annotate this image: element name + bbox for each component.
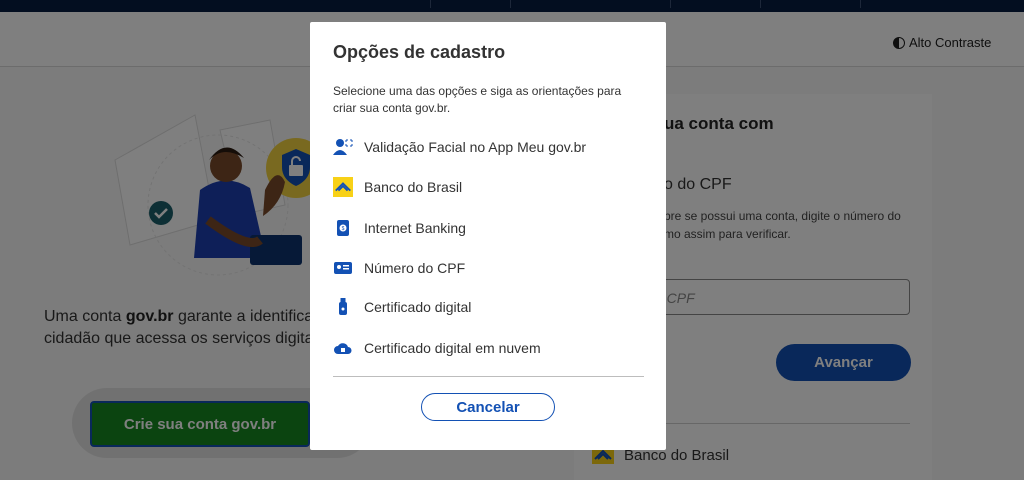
registration-options-modal: Opções de cadastro Selecione uma das opç… <box>310 22 666 450</box>
option-label: Validação Facial no App Meu gov.br <box>364 139 587 155</box>
id-card-icon <box>333 258 353 278</box>
option-cloud-certificate[interactable]: Certificado digital em nuvem <box>333 337 541 359</box>
usb-token-icon <box>333 297 353 317</box>
option-label: Internet Banking <box>364 220 466 236</box>
option-internet-banking[interactable]: $ Internet Banking <box>333 217 466 239</box>
option-digital-certificate[interactable]: Certificado digital <box>333 296 471 318</box>
face-id-icon <box>333 137 353 157</box>
internet-banking-icon: $ <box>333 218 353 238</box>
option-label: Certificado digital em nuvem <box>364 340 541 356</box>
option-banco-do-brasil[interactable]: Banco do Brasil <box>333 176 462 198</box>
cancel-button[interactable]: Cancelar <box>421 393 555 421</box>
option-cpf-number[interactable]: Número do CPF <box>333 257 465 279</box>
modal-title: Opções de cadastro <box>333 42 506 62</box>
svg-text:$: $ <box>342 226 345 232</box>
option-label: Certificado digital <box>364 299 472 315</box>
modal-divider <box>333 376 644 377</box>
option-facial-validation[interactable]: Validação Facial no App Meu gov.br <box>333 136 586 158</box>
option-label: Banco do Brasil <box>364 179 463 195</box>
cloud-certificate-icon <box>333 338 353 358</box>
modal-description: Selecione uma das opções e siga as orien… <box>333 84 622 115</box>
option-label: Número do CPF <box>364 260 466 276</box>
banco-do-brasil-icon <box>333 177 353 197</box>
